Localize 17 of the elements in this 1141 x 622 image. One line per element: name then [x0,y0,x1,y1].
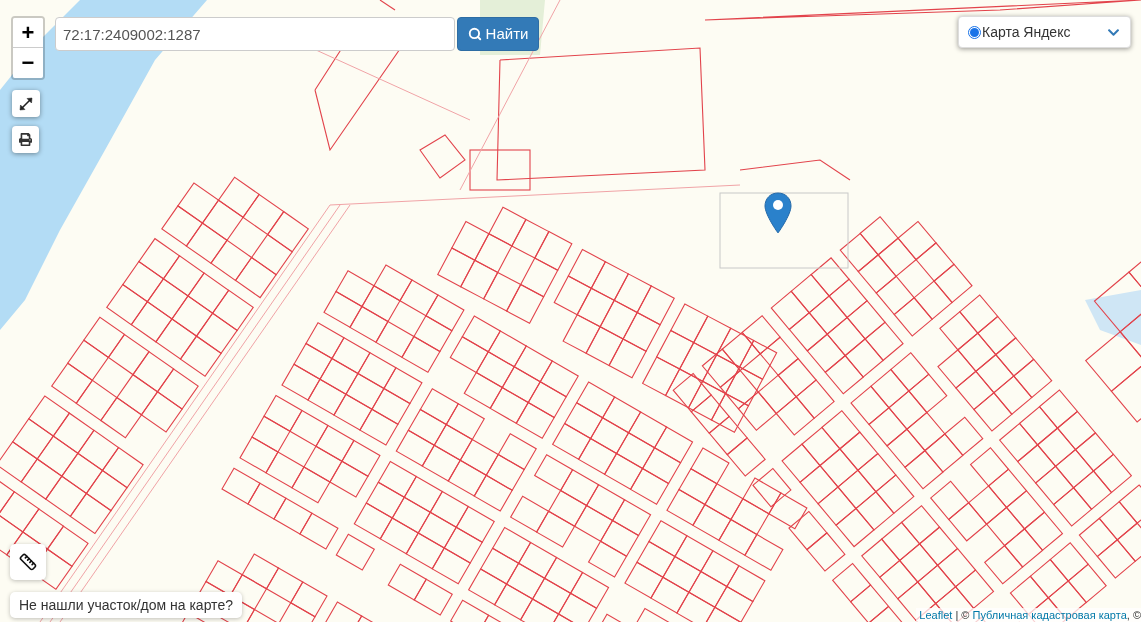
layer-label: Карта Яндекс [982,22,1071,42]
ruler-icon [19,553,37,571]
expand-icon [19,96,33,111]
print-button[interactable] [12,126,39,153]
zoom-in-button[interactable]: + [13,18,43,48]
cadastral-map-link[interactable]: Публичная кадастровая карта [972,609,1127,621]
map-pin-icon[interactable] [764,192,792,234]
fullscreen-button[interactable] [12,90,40,117]
attribution-text: Leaflet | © Публичная кадастровая карта, © [916,608,1141,622]
ruler-button[interactable] [10,544,46,580]
find-button[interactable]: Найти [457,17,539,51]
layer-selector[interactable]: Карта Яндекс [958,16,1131,48]
zoom-out-button[interactable]: − [13,48,43,78]
print-icon [19,133,32,146]
search-field[interactable]: 72:17:2409002:1287 [55,17,455,51]
search-icon [467,27,482,41]
help-button[interactable]: Не нашли участок/дом на карте? [10,592,242,618]
